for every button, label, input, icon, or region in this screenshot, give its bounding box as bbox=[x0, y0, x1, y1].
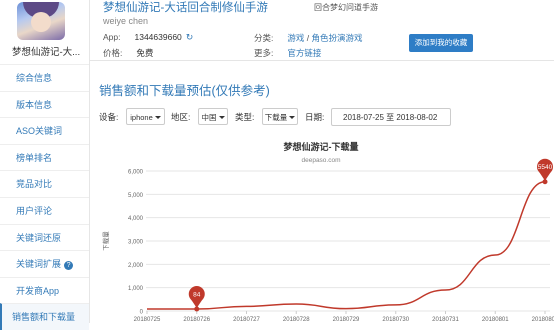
downloads-chart: 梦想仙游记-下载量 deepaso.com 0 1,000 2,000 3,000 4,00… bbox=[101, 141, 554, 323]
x-tick-label: 20180729 bbox=[333, 317, 360, 323]
main-content: 梦想仙游记-大话回合制修仙手游 回合梦幻问道手游 weiye chen App:… bbox=[89, 0, 554, 323]
app-icon bbox=[17, 2, 65, 40]
chevron-down-icon bbox=[154, 116, 161, 119]
date-label: 日期: bbox=[305, 112, 325, 122]
sidebar-item-label: 综合信息 bbox=[16, 73, 53, 83]
divider bbox=[89, 60, 554, 61]
sidebar-item-keyword-expand[interactable]: 关键词扩展? bbox=[0, 250, 89, 277]
y-tick-label: 3,000 bbox=[128, 240, 144, 246]
more-label: 更多: bbox=[254, 48, 274, 58]
x-tick-label: 20180727 bbox=[233, 317, 260, 323]
app-id-row: App: 1344639660 ↻ bbox=[103, 32, 193, 43]
sidebar-item-rankings[interactable]: 榜单排名 bbox=[0, 143, 89, 171]
sidebar-item-competitors[interactable]: 竞品对比 bbox=[0, 170, 89, 197]
sidebar-item-label: 开发商App bbox=[16, 285, 60, 296]
sidebar-item-reviews[interactable]: 用户评论 bbox=[0, 196, 89, 224]
region-value: 中国 bbox=[201, 113, 217, 122]
sidebar-item-label: 销售额和下载量 bbox=[12, 312, 76, 323]
x-tick-label: 20180728 bbox=[283, 317, 310, 323]
developer-name[interactable]: weiye chen bbox=[103, 16, 148, 26]
price-row: 价格: 免费 bbox=[103, 47, 153, 59]
category-link-game[interactable]: 游戏 bbox=[287, 33, 304, 43]
device-value: iphone bbox=[130, 113, 153, 122]
refresh-icon[interactable]: ↻ bbox=[186, 32, 194, 43]
sidebar-item-label: 关键词扩展 bbox=[16, 259, 62, 270]
type-label: 类型: bbox=[235, 112, 255, 122]
section-title: 销售额和下载量预估(仅供参考) bbox=[99, 84, 270, 98]
x-tick-label: 20180731 bbox=[432, 317, 459, 323]
sidebar-item-overview[interactable]: 综合信息 bbox=[0, 64, 89, 91]
sidebar-item-label: ASO关键词 bbox=[16, 126, 63, 137]
chevron-down-icon bbox=[218, 116, 225, 119]
y-tick-label: 0 bbox=[140, 310, 144, 316]
data-label: 5540 bbox=[538, 164, 553, 171]
y-tick-label: 1,000 bbox=[128, 286, 144, 292]
sidebar-item-label: 关键词还原 bbox=[16, 232, 62, 243]
sidebar-item-label: 版本信息 bbox=[16, 99, 53, 110]
x-tick-label: 20180725 bbox=[134, 317, 161, 323]
chart-title: 梦想仙游记-下载量 bbox=[284, 141, 359, 152]
region-dropdown[interactable]: 中国 bbox=[198, 108, 228, 125]
app-id-label: App: bbox=[103, 32, 121, 42]
category-separator: / bbox=[306, 33, 310, 43]
sidebar-item-label: 竞品对比 bbox=[16, 179, 53, 190]
help-icon: ? bbox=[64, 261, 74, 271]
chart-subtitle: deepaso.com bbox=[301, 157, 340, 164]
sidebar-nav: 综合信息 版本信息 ASO关键词 榜单排名 竞品对比 用户评论 关键词还原 关键… bbox=[0, 64, 89, 330]
region-label: 地区: bbox=[171, 112, 191, 122]
x-tick-label: 20180802 bbox=[532, 317, 554, 323]
x-tick-label: 20180730 bbox=[382, 317, 409, 323]
more-row: 更多: 官方链接 bbox=[254, 47, 321, 59]
series-line bbox=[147, 180, 546, 310]
app-title[interactable]: 梦想仙游记-大话回合制修仙手游 bbox=[103, 0, 268, 15]
type-value: 下载量 bbox=[264, 113, 288, 122]
app-subtitle: 回合梦幻问道手游 bbox=[314, 3, 378, 12]
data-label: 84 bbox=[193, 292, 201, 299]
price-value: 免费 bbox=[136, 48, 154, 58]
sidebar-item-label: 用户评论 bbox=[16, 205, 53, 216]
sidebar-item-developer-apps[interactable]: 开发商App bbox=[0, 276, 89, 304]
price-label: 价格: bbox=[103, 48, 123, 58]
category-row: 分类: 游戏 / 角色扮演游戏 bbox=[254, 32, 363, 44]
category-link-rpg[interactable]: 角色扮演游戏 bbox=[312, 33, 363, 43]
sidebar-item-label: 榜单排名 bbox=[16, 152, 53, 163]
sidebar-item-versions[interactable]: 版本信息 bbox=[0, 90, 89, 118]
x-tick-label: 20180726 bbox=[183, 317, 210, 323]
x-tick-label: 20180801 bbox=[482, 317, 509, 323]
sidebar-item-keyword-restore[interactable]: 关键词还原 bbox=[0, 223, 89, 251]
add-favorite-button[interactable]: 添加到我的收藏 bbox=[409, 34, 473, 52]
device-label: 设备: bbox=[99, 112, 119, 122]
sidebar-item-aso-keywords[interactable]: ASO关键词 bbox=[0, 117, 89, 144]
app-id-value: 1344639660 bbox=[134, 32, 182, 42]
y-tick-label: 6,000 bbox=[128, 170, 144, 176]
y-tick-label: 2,000 bbox=[128, 263, 144, 269]
sidebar-app-name: 梦想仙游记-大... bbox=[12, 47, 81, 58]
chevron-down-icon bbox=[289, 116, 296, 119]
device-dropdown[interactable]: iphone bbox=[126, 108, 165, 125]
y-tick-label: 4,000 bbox=[128, 216, 144, 222]
app-icon-face bbox=[31, 12, 51, 32]
sidebar-item-sales-downloads[interactable]: 销售额和下载量 bbox=[0, 303, 89, 330]
official-link[interactable]: 官方链接 bbox=[287, 48, 321, 58]
category-label: 分类: bbox=[254, 33, 274, 43]
date-range-input[interactable]: 2018-07-25 至 2018-08-02 bbox=[331, 108, 451, 126]
y-tick-label: 5,000 bbox=[128, 193, 144, 199]
type-dropdown[interactable]: 下载量 bbox=[262, 108, 298, 125]
sidebar: 梦想仙游记-大... 综合信息 版本信息 ASO关键词 榜单排名 竞品对比 用户… bbox=[0, 0, 90, 330]
y-axis-label: 下载量 bbox=[101, 231, 110, 251]
